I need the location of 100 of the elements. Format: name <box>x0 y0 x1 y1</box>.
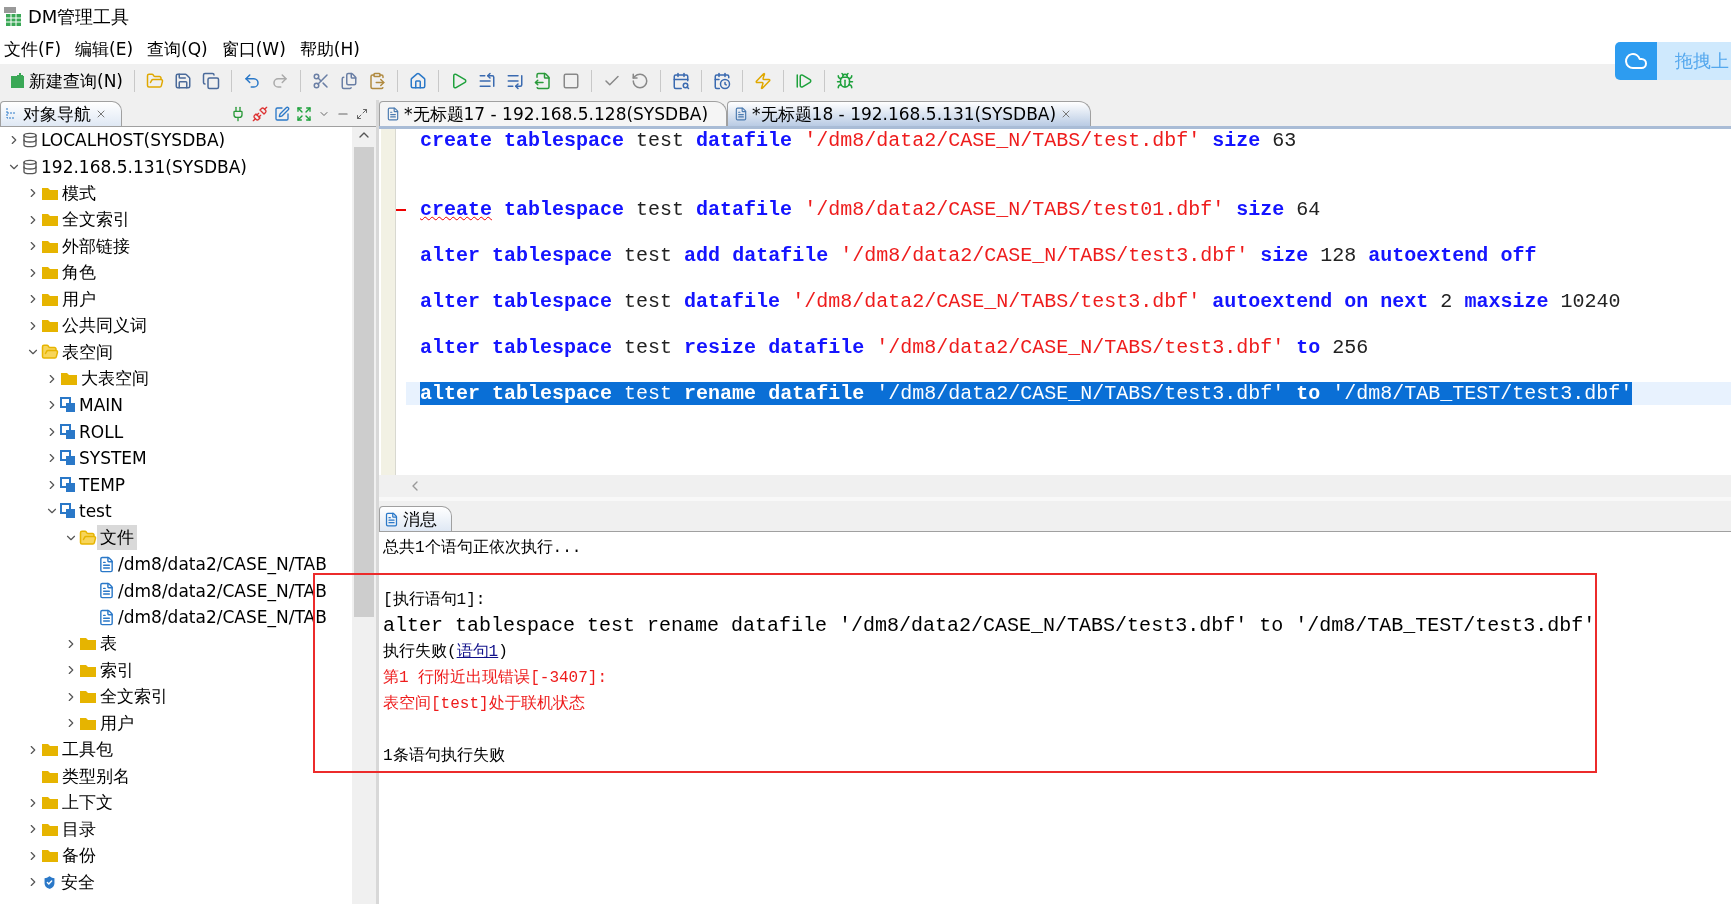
close-icon[interactable] <box>95 108 107 120</box>
tree-item[interactable]: 安全 <box>58 869 98 895</box>
tree-item[interactable]: 全文索引 <box>97 684 171 710</box>
folder-icon <box>41 318 59 334</box>
tree-item[interactable]: test <box>76 500 115 523</box>
menu-item[interactable]: 窗口(W) <box>221 37 286 61</box>
tree-item[interactable]: 角色 <box>59 260 99 286</box>
edit-icon[interactable] <box>274 106 290 122</box>
tree-item[interactable]: 全文索引 <box>59 207 133 233</box>
tree-item[interactable]: 192.168.5.131(SYSDBA) <box>38 155 250 178</box>
menu-item[interactable]: 编辑(E) <box>75 37 134 61</box>
tree-item[interactable]: 上下文 <box>59 790 116 816</box>
folder-icon <box>79 715 97 731</box>
tree-item[interactable]: 文件 <box>97 525 137 551</box>
menu-item[interactable]: 帮助(H) <box>299 37 360 61</box>
tree-item[interactable]: 备份 <box>59 843 99 869</box>
folder-icon <box>79 528 97 547</box>
tree-item[interactable]: 用户 <box>59 286 99 312</box>
code-line: alter tablespace test datafile '/dm8/data2/CASE_N/TABS/test3.dbf' autoextend on next 2 maxsize 10240 <box>420 290 1621 313</box>
paste-icon <box>368 72 386 90</box>
tree-item[interactable]: LOCALHOST(SYSDBA) <box>38 129 229 152</box>
code-line: alter tablespace test add datafile '/dm8/data2/CASE_N/TABS/test3.dbf' size 128 autoextend off <box>420 244 1537 267</box>
menu-item[interactable]: 文件(F) <box>4 37 62 61</box>
bug-icon <box>836 72 854 90</box>
disconnect-icon[interactable] <box>252 106 268 122</box>
tree-item[interactable]: SYSTEM <box>76 447 150 470</box>
message-icon <box>384 511 399 527</box>
new-query-button[interactable]: 新建查询(N) <box>8 67 125 95</box>
calendar-clock-button[interactable] <box>711 70 733 92</box>
list-icon <box>506 72 524 90</box>
folder-icon <box>41 848 59 864</box>
tablespace-icon <box>60 450 76 467</box>
folder-icon <box>41 238 59 254</box>
message-text: 1条语句执行失败 <box>383 745 505 766</box>
expand-icon[interactable] <box>296 106 312 122</box>
code-line: create tablespace test datafile '/dm8/data2/CASE_N/TABS/test.dbf' size 63 <box>420 129 1297 152</box>
folder-icon <box>41 265 59 281</box>
folder-icon <box>41 291 59 307</box>
new-sql-icon <box>10 73 26 89</box>
tree-item[interactable]: 工具包 <box>59 737 116 763</box>
error-message: 表空间[test]处于联机状态 <box>383 693 585 714</box>
tree-item[interactable]: /dm8/data2/CASE_N/TAB <box>115 553 330 576</box>
tree-item[interactable]: MAIN <box>76 394 127 417</box>
play-icon <box>450 72 468 90</box>
tablespace-icon <box>60 476 76 493</box>
home-icon <box>409 72 427 90</box>
error-message: 第1 行附近出现错误[-3407]: <box>383 667 607 688</box>
scrollbar[interactable] <box>352 127 376 904</box>
folder-icon <box>79 636 97 652</box>
calendar-search-button[interactable] <box>670 70 692 92</box>
calendar-search-icon <box>672 72 690 90</box>
code-line: create tablespace test datafile '/dm8/data2/CASE_N/TABS/test01.dbf' size 64 <box>420 198 1321 221</box>
messages-tab[interactable]: 消息 <box>379 506 452 531</box>
tablespace-icon <box>60 423 76 440</box>
script-icon <box>534 72 552 90</box>
stop-icon <box>562 72 580 90</box>
redo-icon <box>271 72 289 90</box>
sql-file-icon <box>386 107 400 121</box>
server-icon <box>22 132 38 149</box>
calendar-clock-icon <box>713 72 731 90</box>
tree-item[interactable]: 外部链接 <box>59 233 133 259</box>
tree-item[interactable]: 大表空间 <box>78 366 152 392</box>
tablespace-icon <box>60 503 76 520</box>
maximize-icon[interactable] <box>356 108 368 120</box>
tree-item[interactable]: 目录 <box>59 816 99 842</box>
folder-icon <box>146 72 164 90</box>
scrollbar[interactable] <box>379 475 1731 497</box>
tree-item[interactable]: 索引 <box>97 657 137 683</box>
shield-icon <box>41 873 58 891</box>
menu-item[interactable]: 查询(Q) <box>147 37 208 61</box>
file-icon <box>98 555 115 573</box>
save-all-button[interactable] <box>200 70 222 92</box>
folder-icon <box>79 662 97 678</box>
tree-item[interactable]: ROLL <box>76 420 127 443</box>
message-text: 执行失败(语句1) <box>383 641 508 662</box>
tree-item[interactable]: 公共同义词 <box>59 313 150 339</box>
sql-statement: alter tablespace test rename datafile '/dm8/data2/CASE_N/TABS/test3.dbf' to '/dm8/TAB_TEST/test3.dbf' <box>383 613 1596 637</box>
window-title: DM管理工具 <box>28 5 130 29</box>
sql-file-icon <box>734 107 749 121</box>
tree-item[interactable]: TEMP <box>76 473 129 496</box>
save-icon <box>174 72 192 90</box>
file-icon <box>98 582 115 600</box>
editor-tab[interactable]: *无标题18 - 192.168.5.131(SYSDBA) <box>727 101 1092 126</box>
tree-item[interactable]: 用户 <box>97 710 137 736</box>
folder-icon <box>79 689 97 705</box>
tree-item[interactable]: 类型别名 <box>59 763 133 789</box>
tree-item[interactable]: 模式 <box>59 180 99 206</box>
editor-tab[interactable]: *无标题17 - 192.168.5.128(SYSDBA) <box>379 101 728 126</box>
statement-link[interactable]: 语句1 <box>456 642 499 661</box>
rollback-icon <box>631 72 649 90</box>
folder-icon <box>60 371 78 387</box>
navigator-tab[interactable]: 对象导航 <box>0 101 122 126</box>
save-all-icon <box>202 72 220 90</box>
undo-icon <box>243 72 261 90</box>
server-icon <box>22 158 38 175</box>
connect-icon[interactable] <box>230 106 246 122</box>
run-lines-icon <box>478 72 496 90</box>
cut-icon <box>312 72 330 90</box>
tree-item[interactable]: 表 <box>97 631 120 657</box>
tree-item[interactable]: 表空间 <box>59 339 116 365</box>
